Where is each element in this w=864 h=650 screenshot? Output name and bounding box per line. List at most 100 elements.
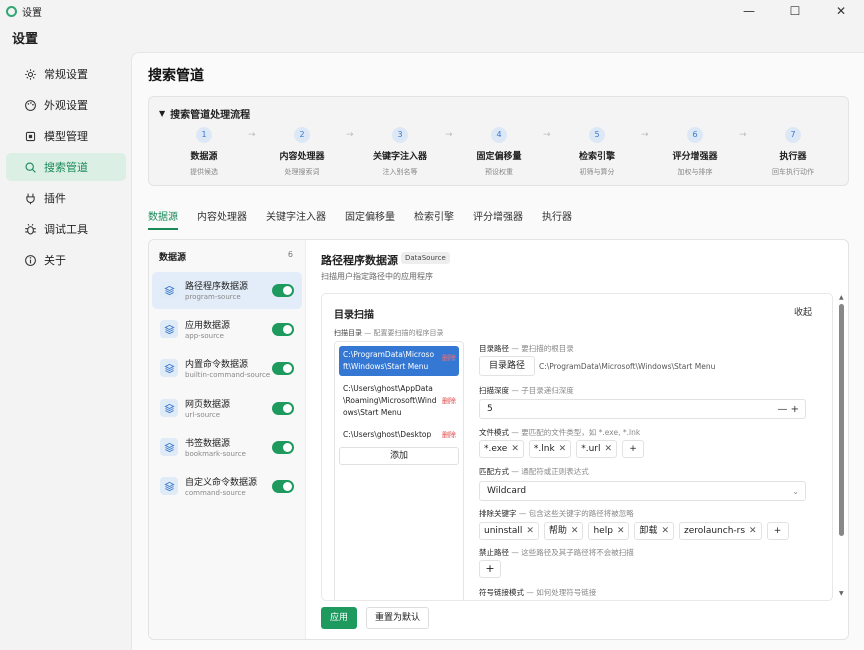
pattern-tag: *.exe ✕ <box>479 440 524 458</box>
step-name: 内容处理器 <box>279 152 325 162</box>
match-mode-select[interactable]: Wildcard ⌄ <box>479 481 806 501</box>
remove-tag-icon[interactable]: ✕ <box>749 523 757 540</box>
source-item[interactable]: 书签数据源 bookmark-source <box>152 429 302 466</box>
detail-title: 路径程序数据源 <box>321 254 398 267</box>
tab-keyword-injector[interactable]: 关键字注入器 <box>266 208 326 230</box>
source-detail: 路径程序数据源 DataSource 扫描用户指定路径中的应用程序 目录扫描 收… <box>307 240 848 639</box>
scroll-down-icon[interactable]: ▼ <box>839 590 844 597</box>
sidebar-item-models[interactable]: 模型管理 <box>6 122 126 150</box>
close-button[interactable]: ✕ <box>818 0 864 22</box>
remove-tag-icon[interactable]: ✕ <box>526 523 534 540</box>
source-name: 应用数据源 <box>185 321 231 331</box>
sidebar-item-label: 调试工具 <box>44 223 88 236</box>
title-bar: 设置 — ☐ ✕ <box>0 0 864 22</box>
exclude-tag: 卸载 ✕ <box>634 522 675 540</box>
remove-tag-icon[interactable]: ✕ <box>662 523 670 540</box>
label-hint: — 子目录递归深度 <box>509 386 574 395</box>
remove-tag-icon[interactable]: ✕ <box>511 441 519 458</box>
tag-text: *.url <box>581 443 601 454</box>
source-enabled-toggle[interactable] <box>272 402 294 415</box>
directory-item[interactable]: C:\Users\ghost\AppData\Roaming\Microsoft… <box>339 380 459 422</box>
remove-tag-icon[interactable]: ✕ <box>559 441 567 458</box>
flow-step: 2 内容处理器 处理搜索词 <box>257 127 347 177</box>
add-pattern-button[interactable]: + <box>622 440 645 458</box>
sidebar-item-appearance[interactable]: 外观设置 <box>6 91 126 119</box>
maximize-button[interactable]: ☐ <box>772 0 818 22</box>
delete-directory-button[interactable]: 删除 <box>442 429 456 441</box>
dir-path-button[interactable]: 目录路径 <box>479 356 536 376</box>
add-directory-button[interactable]: 添加 <box>339 447 459 465</box>
step-number: 1 <box>196 127 212 143</box>
scrollbar[interactable]: ▲ ▼ <box>839 294 845 599</box>
sidebar-item-debug[interactable]: 调试工具 <box>6 215 126 243</box>
source-name: 书签数据源 <box>185 439 231 449</box>
source-item[interactable]: 路径程序数据源 program-source <box>152 272 302 309</box>
directory-item[interactable]: C:\ProgramData\Microsoft\Windows\Start M… <box>339 346 459 376</box>
sidebar-item-search-pipeline[interactable]: 搜索管道 <box>6 153 126 181</box>
step-number: 3 <box>392 127 408 143</box>
pipeline-tabs: 数据源 内容处理器 关键字注入器 固定偏移量 检索引擎 评分增强器 执行器 <box>148 208 591 230</box>
delete-directory-button[interactable]: 删除 <box>442 395 456 407</box>
flow-step: 7 执行器 回车执行动作 <box>748 127 838 177</box>
tag-text: uninstall <box>484 525 523 536</box>
source-enabled-toggle[interactable] <box>272 323 294 336</box>
flow-step: 5 检索引擎 初筛与算分 <box>552 127 642 177</box>
tab-search-engine[interactable]: 检索引擎 <box>414 208 454 230</box>
scroll-up-icon[interactable]: ▲ <box>839 294 844 301</box>
add-forbidden-path-button[interactable]: + <box>479 560 501 578</box>
sidebar-item-general[interactable]: 常规设置 <box>6 60 126 88</box>
forbid-label: 禁止路径 — 这些路径及其子路径将不会被扫描 <box>479 547 634 558</box>
step-desc: 预设权重 <box>485 168 513 176</box>
dir-path-label: 目录路径 — 要扫描的根目录 <box>479 343 574 354</box>
sidebar-item-plugins[interactable]: 插件 <box>6 184 126 212</box>
collapse-button[interactable]: 收起 <box>794 305 812 318</box>
step-number: 5 <box>589 127 605 143</box>
arrow-right-icon: → <box>641 130 649 140</box>
flow-step: 4 固定偏移量 预设权重 <box>454 127 544 177</box>
reset-default-button[interactable]: 重置为默认 <box>366 607 430 629</box>
label-hint: — 包含这些关键字的路径将被忽略 <box>516 509 634 518</box>
tab-fixed-offset[interactable]: 固定偏移量 <box>345 208 395 230</box>
label-hint: — 要匹配的文件类型，如 *.exe, *.lnk <box>509 428 641 437</box>
source-item[interactable]: 网页数据源 url-source <box>152 390 302 427</box>
source-list-title: 数据源 <box>159 253 187 263</box>
sidebar-item-label: 常规设置 <box>44 68 88 81</box>
remove-tag-icon[interactable]: ✕ <box>571 523 579 540</box>
exclude-tag: zerolaunch-rs ✕ <box>679 522 762 540</box>
remove-tag-icon[interactable]: ✕ <box>617 523 625 540</box>
source-enabled-toggle[interactable] <box>272 284 294 297</box>
pattern-tag: *.url ✕ <box>576 440 618 458</box>
step-desc: 提供候选 <box>190 168 218 176</box>
scrollbar-thumb[interactable] <box>839 304 844 536</box>
tab-executor[interactable]: 执行器 <box>542 208 572 230</box>
minimize-button[interactable]: — <box>726 0 772 22</box>
tab-content-processor[interactable]: 内容处理器 <box>197 208 247 230</box>
apply-button[interactable]: 应用 <box>321 607 358 629</box>
source-item[interactable]: 内置命令数据源 builtin-command-source <box>152 350 302 387</box>
source-item[interactable]: 自定义命令数据源 command-source <box>152 468 302 505</box>
source-name: 网页数据源 <box>185 400 231 410</box>
delete-directory-button[interactable]: 删除 <box>442 352 456 364</box>
collapse-triangle-icon: ▼ <box>159 109 166 118</box>
depth-stepper-buttons[interactable]: — + <box>777 400 799 419</box>
source-count: 6 <box>287 250 293 259</box>
source-enabled-toggle[interactable] <box>272 480 294 493</box>
tab-data-source[interactable]: 数据源 <box>148 208 178 230</box>
depth-input[interactable]: 5 — + <box>479 399 806 419</box>
add-exclude-button[interactable]: + <box>766 522 789 540</box>
tag-text: *.lnk <box>533 443 555 454</box>
flow-header[interactable]: ▼ 搜索管道处理流程 <box>159 106 250 121</box>
source-enabled-toggle[interactable] <box>272 362 294 375</box>
source-item[interactable]: 应用数据源 app-source <box>152 311 302 348</box>
exclude-tag: help ✕ <box>588 522 630 540</box>
directory-item[interactable]: C:\Users\ghost\Desktop 删除 <box>339 426 459 444</box>
step-number: 7 <box>785 127 801 143</box>
tab-score-booster[interactable]: 评分增强器 <box>473 208 523 230</box>
layers-icon <box>160 477 178 495</box>
depth-value: 5 <box>487 404 493 414</box>
main-content: 搜索管道 ▼ 搜索管道处理流程 1 数据源 提供候选 → 2 内容处理器 处理搜索词 →… <box>131 52 864 650</box>
source-id: program-source <box>185 293 241 301</box>
sidebar-item-about[interactable]: 关于 <box>6 246 126 274</box>
remove-tag-icon[interactable]: ✕ <box>604 441 612 458</box>
source-enabled-toggle[interactable] <box>272 441 294 454</box>
